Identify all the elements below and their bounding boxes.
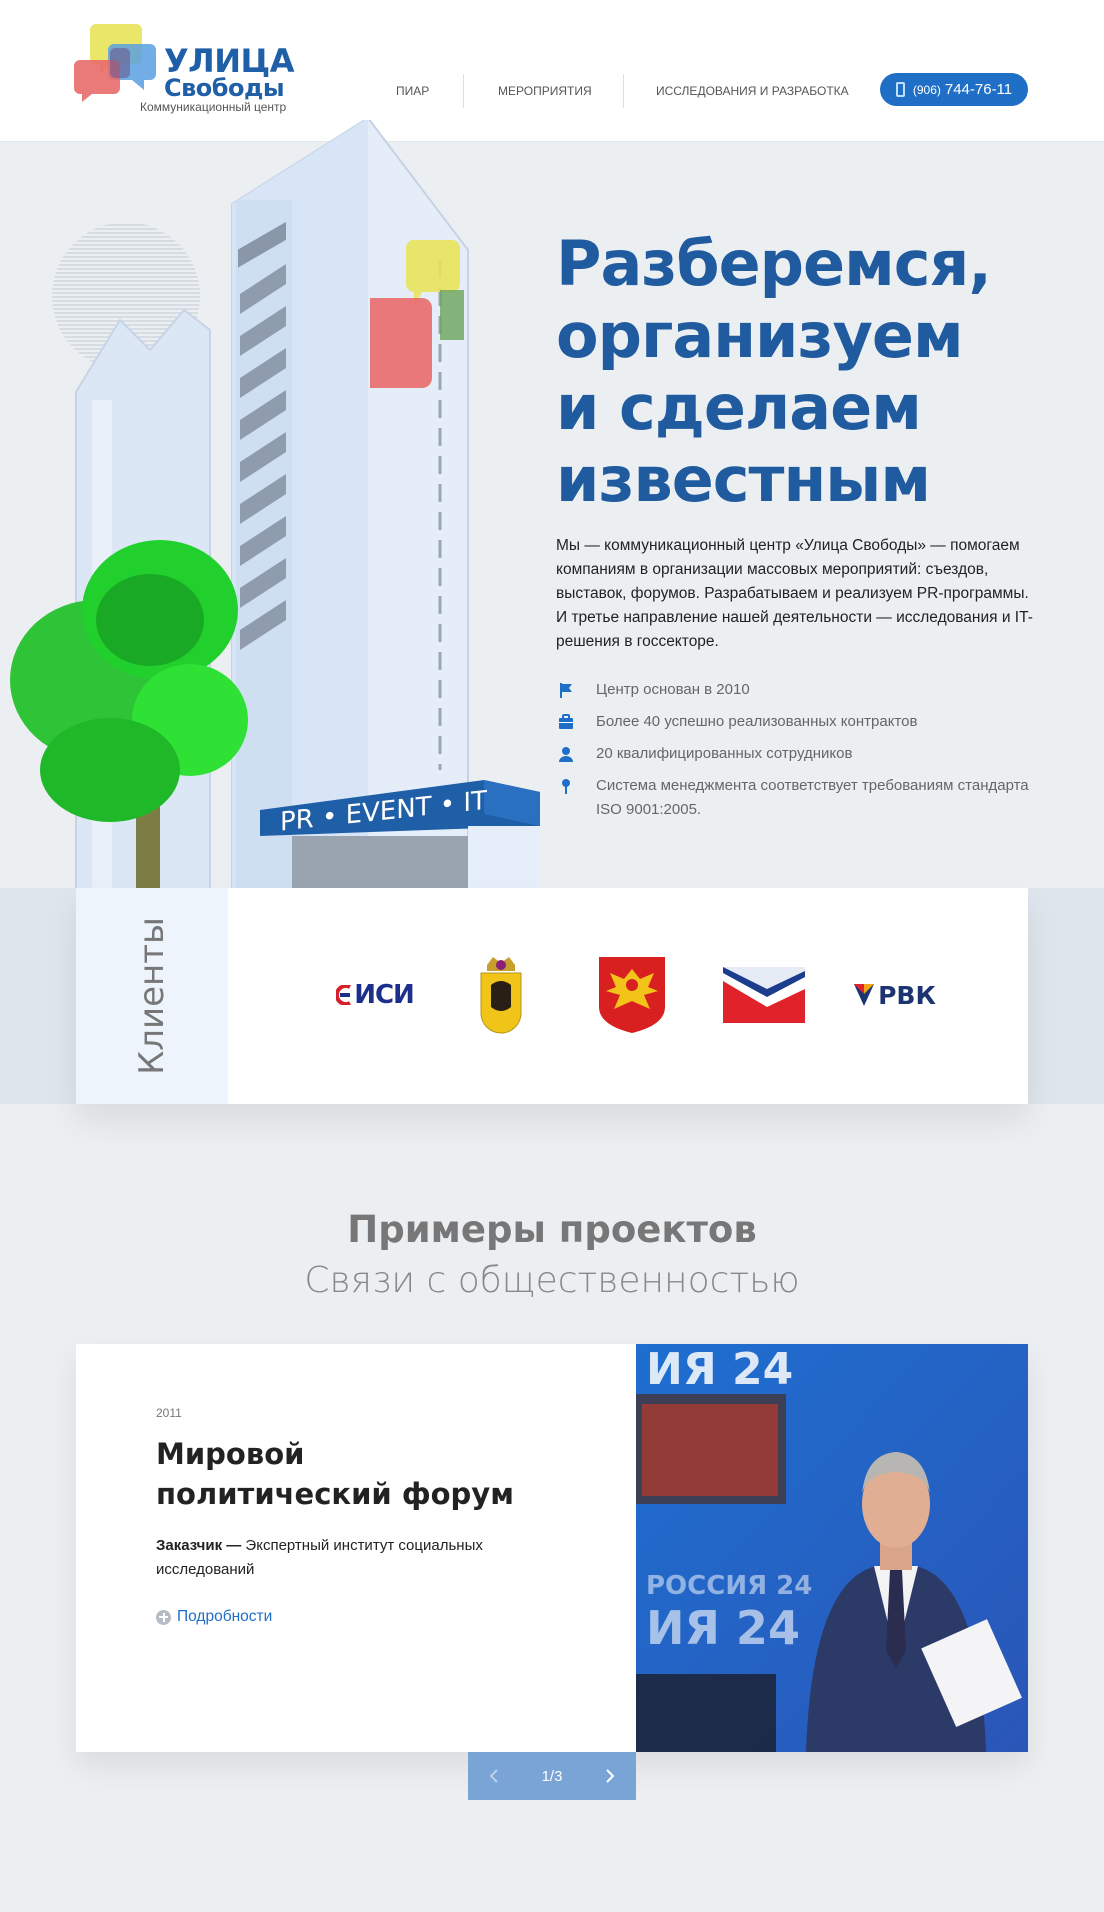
- project-card: 2011 Мировой политический форум Заказчик…: [76, 1344, 1028, 1752]
- isi-mark-icon: [336, 985, 352, 1005]
- fact-item: Более 40 успешно реализованных контракто…: [556, 710, 1036, 734]
- hero-title-line: и сделаем: [556, 371, 922, 444]
- nav-divider: [623, 74, 624, 108]
- clients-label-panel: Клиенты: [76, 888, 228, 1104]
- project-year: 2011: [156, 1406, 182, 1420]
- fact-text: Более 40 успешно реализованных контракто…: [596, 713, 918, 730]
- svg-text:ИЯ 24: ИЯ 24: [646, 1601, 800, 1655]
- rvk-logo-text: РВК: [878, 980, 936, 1010]
- projects-title: Примеры проектов: [347, 1208, 757, 1251]
- isi-logo-text: ИСИ: [354, 980, 415, 1010]
- hero-title-line: организуем: [556, 299, 964, 372]
- project-name-line: политический форум: [156, 1477, 514, 1511]
- client-logo-rvk[interactable]: РВК: [852, 950, 936, 1040]
- next-arrow-icon[interactable]: [598, 1764, 622, 1788]
- flag-logo-icon: [723, 967, 805, 1023]
- project-pager: 1/3: [468, 1752, 636, 1800]
- svg-text:ИЯ 24: ИЯ 24: [646, 1344, 793, 1395]
- pin-icon: [562, 779, 570, 794]
- phone-number: 744-76-11: [944, 81, 1013, 98]
- nav-divider: [463, 74, 464, 108]
- projects-subtitle: Связи с общественностью: [304, 1260, 800, 1301]
- clients-heading: Клиенты: [132, 917, 172, 1075]
- komi-coat-of-arms-icon: [599, 957, 665, 1033]
- hero-title: Разберемся, организуем и сделаем известн…: [556, 228, 1026, 516]
- project-name-line: Мировой: [156, 1437, 305, 1471]
- speaker-photo-illustration: ИЯ 24 РОССИЯ 24 ИЯ 24: [636, 1344, 1028, 1752]
- pager-count: 1/3: [541, 1767, 563, 1785]
- fact-item: Система менеджмента соответствует требов…: [556, 774, 1036, 822]
- clients-section: Клиенты ИСИ РВК: [76, 888, 1028, 1104]
- briefcase-icon: [559, 714, 573, 729]
- svg-text:РОССИЯ 24: РОССИЯ 24: [646, 1571, 812, 1601]
- hero-title-line: известным: [556, 443, 931, 516]
- project-client-label: Заказчик —: [156, 1537, 242, 1554]
- client-logo-yaroslavl[interactable]: [476, 950, 526, 1040]
- fact-text: Центр основан в 2010: [596, 681, 750, 698]
- person-icon: [559, 747, 573, 762]
- prev-arrow-icon[interactable]: [482, 1764, 506, 1788]
- nav-item-pr[interactable]: Пиар: [396, 74, 429, 108]
- project-more-link[interactable]: Подробности: [156, 1608, 272, 1626]
- hero-title-line: Разберемся,: [556, 227, 992, 300]
- fact-item: 20 квалифицированных сотрудников: [556, 742, 1036, 766]
- project-name: Мировой политический форум: [156, 1434, 576, 1514]
- nav-item-events[interactable]: Мероприятия: [498, 74, 592, 108]
- mobile-phone-icon: [895, 82, 905, 97]
- phone-code: (906): [912, 82, 941, 97]
- hero-description: Мы — коммуникационный центр «Улица Свобо…: [556, 537, 1033, 650]
- city-building-illustration: PR • EVENT • IT: [10, 120, 540, 890]
- phone-button[interactable]: (906) 744-76-11: [880, 73, 1028, 106]
- nav-item-research[interactable]: Исследования и разработка: [656, 74, 849, 108]
- plus-circle-icon: [156, 1609, 171, 1625]
- client-logo-isi[interactable]: ИСИ: [334, 950, 416, 1040]
- client-logo-flag[interactable]: [722, 950, 806, 1040]
- project-client: Заказчик — Экспертный институт социальны…: [156, 1534, 556, 1582]
- rvk-mark-icon: [854, 984, 875, 1006]
- yaroslavl-coat-of-arms-icon: [480, 957, 522, 1034]
- fact-text: 20 квалифицированных сотрудников: [596, 745, 853, 762]
- fact-item: Центр основан в 2010: [556, 678, 1036, 702]
- flag-icon: [560, 683, 572, 698]
- client-logo-komi[interactable]: [596, 950, 668, 1040]
- project-more-label: Подробности: [177, 1608, 273, 1625]
- fact-text: Система менеджмента соответствует требов…: [596, 777, 1029, 818]
- facts-list: Центр основан в 2010 Более 40 успешно ре…: [556, 678, 1036, 830]
- project-photo: ИЯ 24 РОССИЯ 24 ИЯ 24: [636, 1344, 1028, 1752]
